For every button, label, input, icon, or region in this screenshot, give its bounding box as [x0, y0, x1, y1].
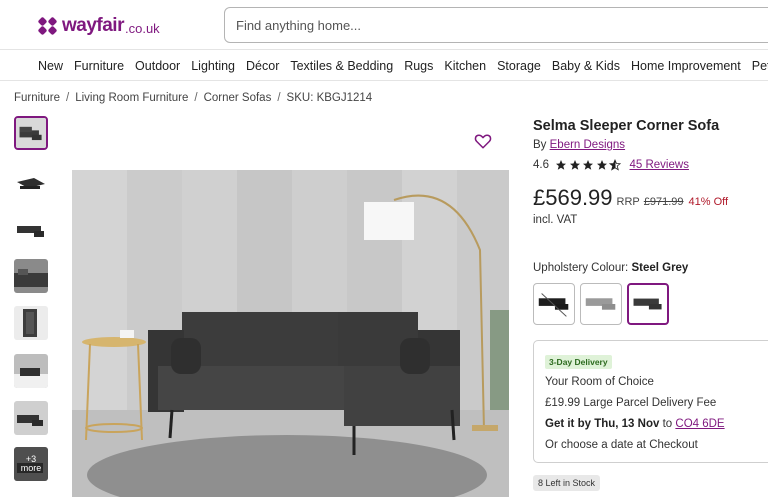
logo-text: wayfair	[62, 15, 124, 36]
heart-icon[interactable]	[474, 132, 492, 150]
breadcrumb-sku: SKU: KBGJ1214	[286, 92, 373, 104]
stock-badge: 8 Left in Stock	[533, 475, 601, 491]
nav-item-lighting[interactable]: Lighting	[191, 59, 235, 73]
colour-label: Upholstery Colour: Steel Grey	[533, 262, 688, 274]
delivery-to: to	[662, 418, 673, 430]
nav-item-rugs[interactable]: Rugs	[404, 59, 433, 73]
breadcrumb-separator: /	[194, 92, 198, 104]
thumbnail-6[interactable]	[14, 354, 48, 388]
breadcrumb: Furniture / Living Room Furniture / Corn…	[14, 92, 372, 104]
nav-item-decor[interactable]: Décor	[246, 59, 279, 73]
swatch-black[interactable]	[533, 283, 575, 325]
thumbnail-4[interactable]	[14, 259, 48, 293]
thumbnail-more[interactable]: +3 more	[14, 447, 48, 481]
rrp-value: £971.99	[643, 196, 684, 208]
search-bar[interactable]	[224, 7, 768, 43]
breadcrumb-furniture[interactable]: Furniture	[14, 92, 60, 104]
thumbnail-5[interactable]	[14, 306, 48, 340]
wayfair-logo[interactable]: wayfair .co.uk	[37, 15, 160, 37]
postcode-link[interactable]: CO4 6DE	[675, 418, 724, 430]
star-icon	[556, 160, 566, 170]
thumbnail-3[interactable]	[14, 213, 48, 247]
thumbnail-2[interactable]	[14, 166, 48, 200]
star-icon	[596, 160, 607, 170]
nav-item-new[interactable]: New	[38, 59, 63, 73]
brand-link[interactable]: Ebern Designs	[550, 139, 625, 151]
colour-swatches	[533, 283, 674, 325]
rating-row: 4.6 45 Reviews	[533, 159, 689, 171]
logo-tld: .co.uk	[124, 20, 160, 36]
discount-label: 41% Off	[688, 196, 729, 208]
vat-note: incl. VAT	[533, 214, 578, 226]
rrp-label: RRP	[616, 196, 640, 208]
category-nav: New Furniture Outdoor Lighting Décor Tex…	[0, 51, 768, 81]
delivery-date-text: Get it by Thu, 13 Nov	[545, 418, 660, 430]
colour-value: Steel Grey	[631, 262, 689, 274]
delivery-badge: 3-Day Delivery	[545, 355, 612, 369]
rating-value: 4.6	[533, 159, 549, 171]
more-images-overlay: +3 more	[14, 447, 48, 481]
search-input[interactable]	[236, 17, 768, 33]
delivery-fee: £19.99 Large Parcel Delivery Fee	[545, 397, 717, 409]
star-icon	[583, 160, 593, 170]
price-row: £569.99 RRP £971.99 41% Off	[533, 185, 728, 211]
delivery-date: Get it by Thu, 13 Nov to CO4 6DE	[545, 418, 725, 430]
delivery-room: Your Room of Choice	[545, 376, 654, 388]
delivery-box: 3-Day Delivery Your Room of Choice £19.9…	[533, 340, 768, 463]
price: £569.99	[533, 185, 613, 210]
breadcrumb-living-room[interactable]: Living Room Furniture	[75, 92, 188, 104]
more-label: more	[20, 463, 42, 473]
delivery-checkout-note: Or choose a date at Checkout	[545, 439, 698, 451]
nav-item-textiles[interactable]: Textiles & Bedding	[290, 59, 393, 73]
colour-label-prefix: Upholstery Colour:	[533, 262, 629, 274]
thumbnail-7[interactable]	[14, 401, 48, 435]
brand-line: By Ebern Designs	[533, 139, 625, 151]
wayfair-logo-icon	[37, 16, 60, 36]
half-star-icon	[609, 159, 621, 171]
nav-item-home-improvement[interactable]: Home Improvement	[631, 59, 741, 73]
by-prefix: By	[533, 139, 547, 151]
breadcrumb-separator: /	[277, 92, 281, 104]
nav-item-furniture[interactable]: Furniture	[74, 59, 124, 73]
reviews-link[interactable]: 45 Reviews	[630, 159, 689, 171]
star-rating	[555, 159, 623, 171]
nav-item-outdoor[interactable]: Outdoor	[135, 59, 180, 73]
nav-item-baby-kids[interactable]: Baby & Kids	[552, 59, 620, 73]
breadcrumb-corner-sofas[interactable]: Corner Sofas	[204, 92, 272, 104]
swatch-light-grey[interactable]	[580, 283, 622, 325]
thumbnail-1[interactable]	[14, 116, 48, 150]
nav-item-pet[interactable]: Pet	[752, 59, 768, 73]
main-product-image[interactable]	[72, 170, 509, 497]
nav-item-storage[interactable]: Storage	[497, 59, 541, 73]
product-title: Selma Sleeper Corner Sofa	[533, 118, 720, 134]
breadcrumb-separator: /	[66, 92, 70, 104]
star-icon	[569, 160, 580, 170]
site-header: wayfair .co.uk	[0, 0, 768, 50]
swatch-steel-grey[interactable]	[627, 283, 669, 325]
nav-item-kitchen[interactable]: Kitchen	[444, 59, 486, 73]
